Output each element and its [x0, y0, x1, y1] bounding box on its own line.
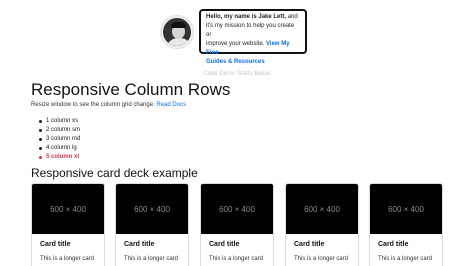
card-image-placeholder: 600 × 400	[201, 184, 273, 234]
promo-line3: improve your website.	[206, 41, 267, 47]
card-image-placeholder: 600 × 400	[286, 184, 358, 234]
promo-greeting: Hello, my name is Jake Lett,	[206, 14, 287, 20]
card-image-placeholder: 600 × 400	[32, 184, 104, 234]
subtitle-text: Resize window to see the column grid cha…	[31, 102, 157, 108]
promo-bubble: Hello, my name is Jake Lett, and it's my…	[199, 9, 307, 65]
page-title: Responsive Column Rows	[31, 80, 231, 99]
card-title: Card title	[40, 241, 71, 248]
card: 600 × 400 Card title This is a longer ca…	[369, 183, 443, 266]
card: 600 × 400 Card title This is a longer ca…	[200, 183, 274, 266]
card: 600 × 400 Card title This is a longer ca…	[115, 183, 189, 266]
guides-resources-link[interactable]: Guides & Resources	[206, 59, 265, 65]
card: 600 × 400 Card title This is a longer ca…	[31, 183, 105, 266]
card-text: This is a longer card	[294, 256, 349, 262]
card-title: Card title	[294, 241, 325, 248]
list-item: 3 column md	[39, 135, 80, 144]
author-promo: Hello, my name is Jake Lett, and it's my…	[161, 9, 307, 65]
card-text: This is a longer card	[209, 256, 264, 262]
author-avatar	[161, 15, 193, 48]
list-item: 1 column xs	[39, 117, 80, 126]
card: 600 × 400 Card title This is a longer ca…	[285, 183, 359, 266]
card-text: This is a longer card	[40, 256, 95, 262]
column-breakpoint-list: 1 column xs 2 column sm 3 column md 4 co…	[39, 117, 80, 162]
promo-line2: it's my mission to help you create or	[206, 23, 295, 38]
read-docs-link[interactable]: Read Docs	[156, 102, 186, 108]
card-image-placeholder: 600 × 400	[116, 184, 188, 234]
list-item-active: 5 column xl	[39, 153, 80, 162]
card-deck: 600 × 400 Card title This is a longer ca…	[31, 183, 443, 266]
page-subtitle: Resize window to see the column grid cha…	[31, 102, 186, 108]
list-item: 4 column lg	[39, 144, 80, 153]
card-text: This is a longer card	[124, 256, 179, 262]
promo-line1: and	[286, 14, 298, 20]
card-text: This is a longer card	[378, 256, 433, 262]
code-demo-note: Code Demo Starts Below	[203, 71, 271, 77]
deck-heading: Responsive card deck example	[31, 166, 198, 180]
list-item: 2 column sm	[39, 126, 80, 135]
card-title: Card title	[124, 241, 155, 248]
card-title: Card title	[378, 241, 409, 248]
card-image-placeholder: 600 × 400	[370, 184, 442, 234]
card-title: Card title	[209, 241, 240, 248]
